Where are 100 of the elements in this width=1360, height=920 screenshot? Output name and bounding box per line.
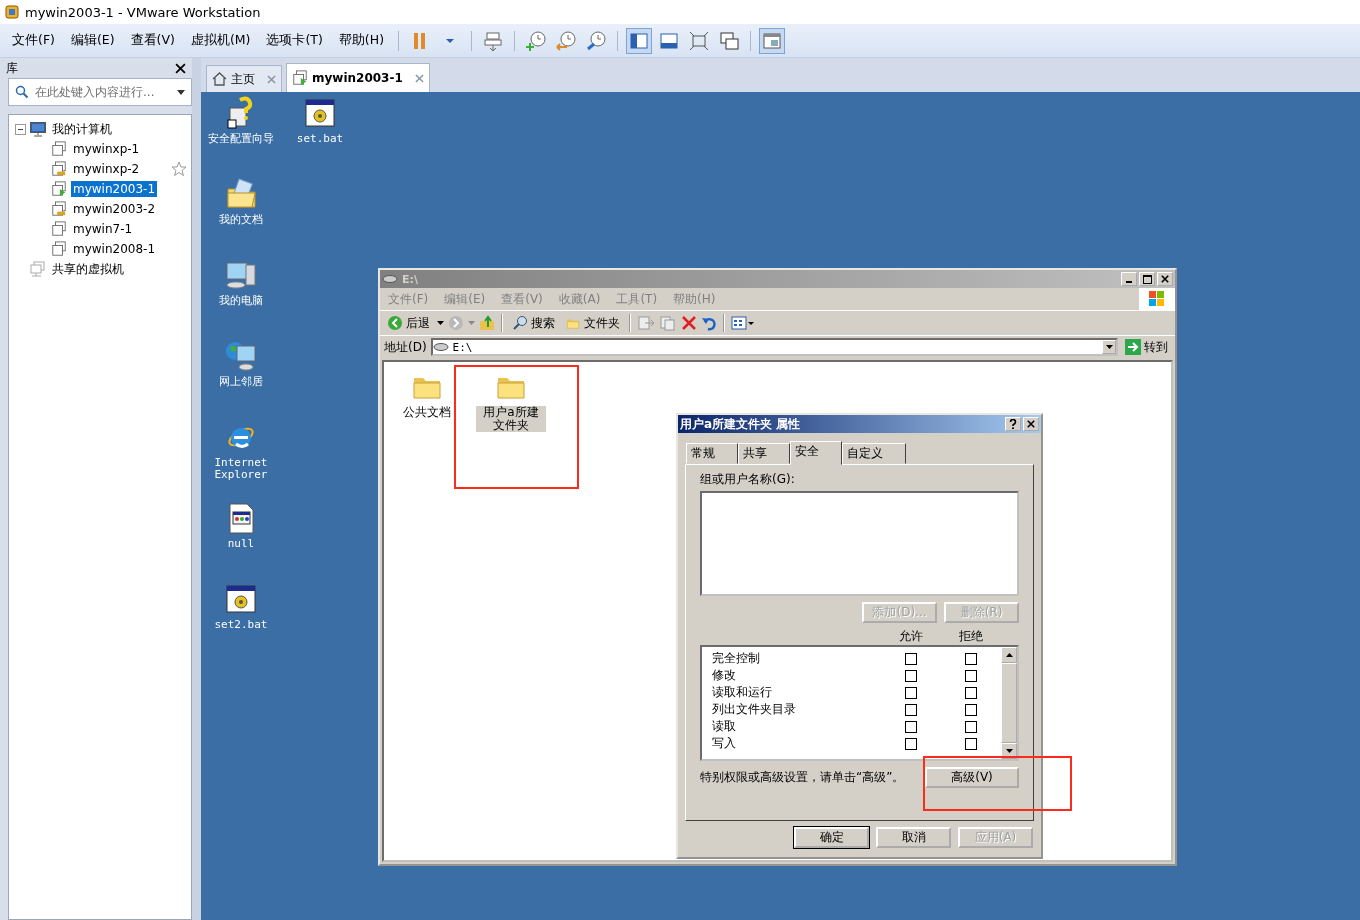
down-arrow-icon[interactable] (1005, 749, 1013, 753)
sidebar-view-icon[interactable] (626, 27, 652, 54)
menu-item[interactable]: 查看(V) (122, 32, 183, 49)
close-icon (1027, 420, 1035, 428)
checkbox[interactable] (905, 720, 917, 733)
windows-logo-icon (1148, 290, 1166, 308)
views-icon[interactable] (731, 315, 755, 331)
close-button[interactable] (1157, 272, 1173, 286)
close-icon[interactable] (175, 62, 186, 74)
group-label: 组或用户名称(G): (700, 471, 796, 488)
permission-name: 读取和运行 (711, 684, 773, 701)
drive-icon (432, 342, 449, 352)
up-arrow-icon[interactable] (1005, 653, 1013, 657)
advanced-button[interactable]: 高级(V) (925, 767, 1019, 788)
menu-item[interactable]: 编辑(E) (62, 32, 123, 49)
batch-icon[interactable] (303, 96, 337, 130)
tree-item[interactable]: mywinxp-2 (71, 161, 142, 177)
tab[interactable]: 常规 (686, 443, 738, 464)
desktop-icon-label: 我的电脑 (218, 295, 264, 307)
column-header: 允许 (898, 627, 924, 645)
tree-item[interactable]: mywin2008-1 (71, 241, 158, 257)
network-icon[interactable] (224, 339, 258, 373)
tree-item[interactable]: mywin7-1 (71, 221, 135, 237)
folder-label[interactable]: 用户a所建文件夹 (476, 406, 546, 432)
permission-name: 完全控制 (711, 650, 761, 667)
menu-item[interactable]: 选项卡(T) (258, 32, 331, 49)
arrow-icon (1125, 339, 1141, 355)
monitor-icon (30, 121, 46, 137)
tree-item[interactable]: 共享的虚拟机 (50, 259, 126, 279)
scrollbar[interactable] (1001, 647, 1017, 759)
folder-label[interactable]: 公共文档 (401, 406, 453, 419)
permission-name: 写入 (711, 735, 737, 752)
checkbox[interactable] (965, 703, 977, 716)
undo-icon[interactable] (701, 315, 717, 331)
drive-icon (382, 274, 398, 284)
back-button[interactable]: 后退 (384, 314, 433, 332)
tree-item[interactable]: mywin2003-2 (71, 201, 158, 217)
close-button[interactable] (1023, 417, 1039, 431)
checkbox[interactable] (905, 652, 917, 665)
search-button[interactable]: 搜索 (509, 314, 558, 332)
dialog-title: 用户a所建文件夹 属性 (680, 415, 801, 433)
app-icon (5, 5, 19, 19)
thumbnail-view-icon[interactable] (759, 27, 785, 54)
desktop-icon-label: null (226, 538, 256, 550)
close-icon (1161, 275, 1169, 283)
menu-item[interactable]: 文件(F) (4, 32, 63, 49)
maximize-button[interactable] (1139, 272, 1155, 286)
tree-item[interactable]: 我的计算机 (50, 119, 114, 139)
search-icon (15, 85, 29, 99)
checkbox[interactable] (965, 686, 977, 699)
desktop-icon-label: 我的文档 (218, 214, 264, 226)
minimize-button[interactable] (1121, 272, 1137, 286)
collapse-toggle[interactable] (15, 123, 26, 135)
caret-icon[interactable] (1105, 345, 1113, 349)
tree-item[interactable]: mywin2003-1 (71, 181, 158, 197)
permission-name: 列出文件夹目录 (711, 701, 797, 718)
caret-icon[interactable] (437, 321, 444, 325)
go-button[interactable]: 转到 (1122, 338, 1171, 356)
desktop-icon-label: set.bat (295, 133, 345, 145)
tab[interactable]: 主页 (206, 65, 282, 92)
documents-icon[interactable] (224, 177, 258, 211)
checkbox[interactable] (905, 669, 917, 682)
window-title: mywin2003-1 - VMware Workstation (25, 4, 261, 20)
checkbox[interactable] (905, 686, 917, 699)
hint-text: 特别权限或高级设置，请单击“高级”。 (700, 769, 905, 786)
checkbox[interactable] (905, 737, 917, 750)
batch-icon[interactable] (224, 582, 258, 616)
dialog-button[interactable]: 取消 (876, 827, 951, 848)
home-icon (212, 72, 227, 86)
dialog-button[interactable]: 确定 (794, 827, 869, 848)
tab[interactable]: 安全 (790, 441, 842, 465)
tab[interactable]: mywin2003-1 (286, 63, 430, 92)
checkbox[interactable] (965, 652, 977, 665)
help-button[interactable] (1005, 417, 1021, 431)
checkbox[interactable] (965, 737, 977, 750)
help-icon (1009, 419, 1017, 429)
desktop-icon-label: 安全配置向导 (207, 133, 275, 145)
tab[interactable]: 自定义 (842, 443, 906, 464)
star-icon[interactable] (171, 161, 187, 177)
caret-icon (177, 89, 185, 95)
permission-name: 修改 (711, 667, 737, 684)
search-field[interactable]: 在此处键入内容进行... (8, 78, 192, 106)
menu-item[interactable]: 帮助(H) (330, 32, 392, 49)
address-label: 地址(D) (384, 338, 427, 356)
maximize-icon (1142, 274, 1152, 284)
checkbox[interactable] (905, 703, 917, 716)
delete-icon[interactable] (681, 315, 697, 331)
folders-button[interactable]: 文件夹 (562, 314, 623, 332)
search-icon (512, 315, 528, 331)
user-list[interactable] (700, 491, 1019, 596)
checkbox[interactable] (965, 720, 977, 733)
menu-item[interactable]: 虚拟机(M) (182, 32, 259, 49)
checkbox[interactable] (965, 669, 977, 682)
tree-item[interactable]: mywinxp-1 (71, 141, 142, 157)
desktop-icon-label: set2.bat (213, 619, 269, 631)
address-field[interactable]: E:\ (430, 338, 1118, 356)
library-title: 库 (6, 59, 18, 77)
shared-vm-icon (30, 261, 46, 277)
desktop-icon-label: 网上邻居 (218, 376, 264, 388)
vm-icon (292, 70, 308, 86)
